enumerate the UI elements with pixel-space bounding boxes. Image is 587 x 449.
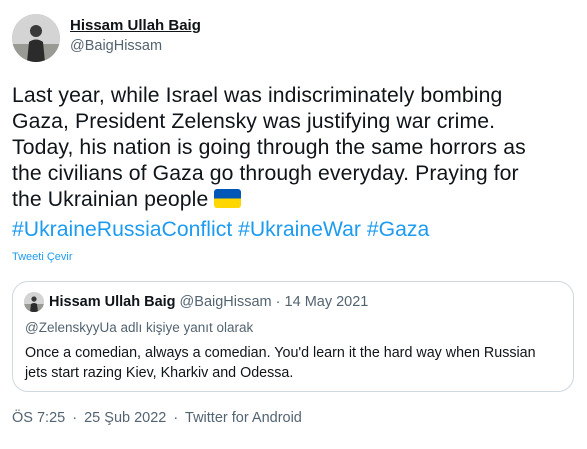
quoted-tweet-line: Once a comedian, always a comedian. You'… [25,345,536,361]
separator-dot: · [72,410,78,426]
quoted-author-handle: @BaigHissam [179,294,272,310]
hashtag-link[interactable]: #Gaza [367,218,429,241]
reply-context: @ZelenskyyUa adlı kişiye yanıt olarak [25,320,254,335]
avatar-photo-icon [12,14,60,62]
separator-dot: · [173,410,179,426]
tweet-timestamp[interactable]: ÖS 7:25 [12,410,65,426]
hashtag-link[interactable]: #UkraineWar [238,218,361,241]
author-avatar[interactable] [12,14,60,62]
quoted-tweet-card[interactable]: Hissam Ullah Baig @BaigHissam · 14 May 2… [12,281,574,392]
quoted-tweet-date: 14 May 2021 [284,294,369,310]
author-handle[interactable]: @BaigHissam [70,38,162,54]
separator-dot: · [275,294,281,310]
quoted-tweet-header: Hissam Ullah Baig @BaigHissam · 14 May 2… [49,294,368,310]
ukraine-flag-icon [214,189,242,208]
hashtag-link[interactable]: #UkraineRussiaConflict [12,218,232,241]
tweet-line: Last year, while Israel was indiscrimina… [12,84,503,107]
quoted-author-avatar [24,292,44,312]
tweet-line: Today, his nation is going through the s… [12,136,526,159]
tweet-date[interactable]: 25 Şub 2022 [84,410,166,426]
tweet-line: Gaza, President Zelensky was justifying … [12,110,496,133]
quoted-tweet-line: jets start razing Kiev, Kharkiv and Odes… [25,365,294,381]
avatar-photo-icon [24,292,44,312]
tweet-line: the civilians of Gaza go through everyda… [12,162,519,185]
translate-tweet-link[interactable]: Tweeti Çevir [12,251,73,263]
hashtag-row: #UkraineRussiaConflict #UkraineWar #Gaza [12,218,429,242]
quoted-author-name: Hissam Ullah Baig [49,294,176,310]
author-name[interactable]: Hissam Ullah Baig [70,17,201,34]
tweet-footer: ÖS 7:25 · 25 Şub 2022 · Twitter for Andr… [12,410,302,426]
tweet-line-text: the Ukrainian people [12,188,209,211]
tweet-text: Last year, while Israel was indiscrimina… [12,83,582,213]
tweet-line: the Ukrainian people [12,187,582,213]
quoted-tweet-text: Once a comedian, always a comedian. You'… [25,343,565,383]
tweet-source[interactable]: Twitter for Android [185,410,302,426]
